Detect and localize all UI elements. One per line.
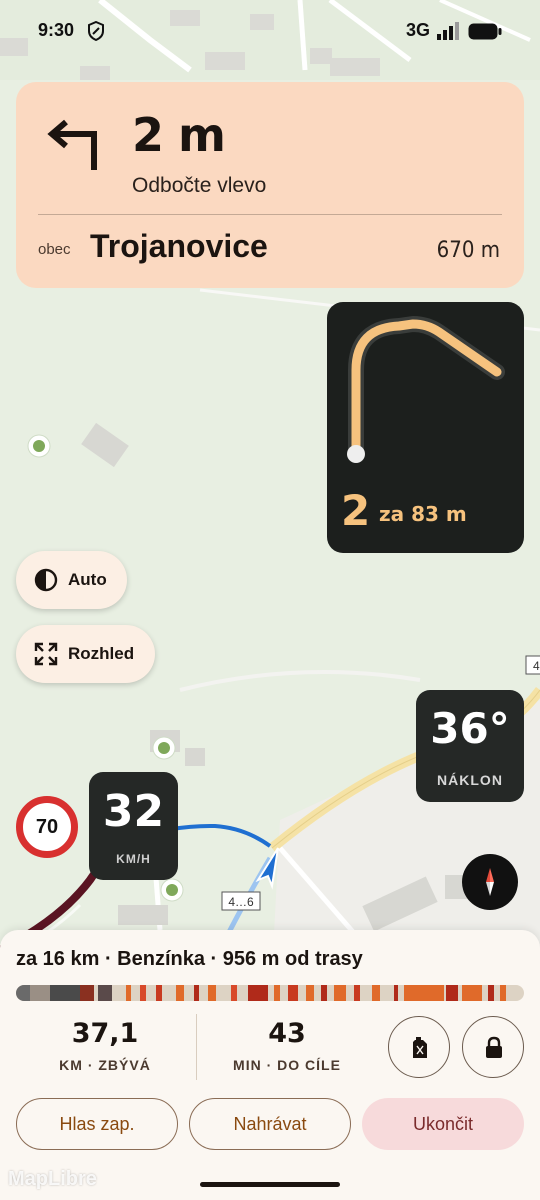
contrast-icon	[34, 568, 58, 592]
speed-value: 32	[102, 786, 165, 837]
home-indicator[interactable]	[200, 1182, 340, 1187]
lock-icon	[486, 1036, 502, 1058]
speed-unit: KM/H	[116, 852, 151, 866]
overview-label: Rozhled	[68, 644, 135, 663]
time-to-destination-value: 43	[268, 1018, 306, 1049]
record-button[interactable]: Nahrávat	[189, 1098, 351, 1150]
signal-icon	[437, 22, 459, 40]
stats-divider	[196, 1014, 197, 1080]
status-bar: 9:30 3G	[0, 0, 540, 64]
edge-road-number-label: 4	[533, 659, 540, 673]
status-time: 9:30	[38, 20, 75, 40]
road-prefix: obec	[38, 241, 71, 258]
theme-auto-label: Auto	[68, 570, 107, 589]
map-attribution[interactable]: MapLibre	[8, 1168, 97, 1191]
road-distance: 670 m	[436, 238, 500, 263]
next-turn-card[interactable]: 2 za 83 m	[327, 302, 524, 553]
next-turn-number: 2	[341, 486, 371, 535]
compass-button[interactable]	[462, 854, 518, 910]
turn-distance: 2 m	[132, 108, 226, 162]
end-navigation-button[interactable]: Ukončit	[362, 1098, 524, 1150]
upcoming-poi[interactable]: za 16 km · Benzínka · 956 m od trasy	[16, 948, 363, 971]
battery-icon	[468, 23, 502, 40]
tilt-label: NÁKLON	[437, 772, 503, 788]
navigation-bottom-sheet: za 16 km · Benzínka · 956 m od trasy 37,…	[0, 930, 540, 1200]
time-to-destination-label: MIN · DO CÍLE	[233, 1057, 341, 1073]
time-to-destination: 43 MIN · DO CÍLE	[212, 1018, 362, 1073]
theme-auto-button[interactable]: Auto	[16, 551, 127, 609]
divider	[38, 214, 502, 215]
speed-limit-value: 70	[35, 815, 59, 838]
turn-instruction-card[interactable]: 2 m Odbočte vlevo obec Trojanovice 670 m	[16, 82, 524, 288]
lock-button[interactable]	[462, 1016, 524, 1078]
route-traffic-bar	[16, 985, 524, 1001]
network-type: 3G	[406, 20, 431, 40]
voice-toggle-button[interactable]: Hlas zap.	[16, 1098, 178, 1150]
expand-icon	[34, 642, 58, 666]
remaining-distance-value: 37,1	[71, 1018, 139, 1049]
next-turn-distance: za 83 m	[379, 502, 467, 526]
turn-action: Odbočte vlevo	[132, 174, 267, 197]
tilt-indicator[interactable]: 36° NÁKLON	[416, 690, 524, 802]
fuel-canister-icon	[413, 1037, 427, 1058]
remaining-distance-label: KM · ZBÝVÁ	[59, 1057, 151, 1073]
speed-limit-sign: 70	[16, 796, 78, 858]
fuel-button[interactable]	[388, 1016, 450, 1078]
turn-left-icon	[47, 119, 97, 170]
current-speed-panel: 32 KM/H	[89, 772, 178, 880]
road-name: Trojanovice	[90, 228, 268, 264]
compass-needle-icon	[486, 868, 494, 896]
road-number-label: 4…6	[228, 895, 254, 909]
tilt-value: 36°	[430, 704, 510, 753]
overview-button[interactable]: Rozhled	[16, 625, 155, 683]
remaining-distance: 37,1 KM · ZBÝVÁ	[30, 1018, 180, 1073]
shield-icon	[88, 21, 104, 41]
